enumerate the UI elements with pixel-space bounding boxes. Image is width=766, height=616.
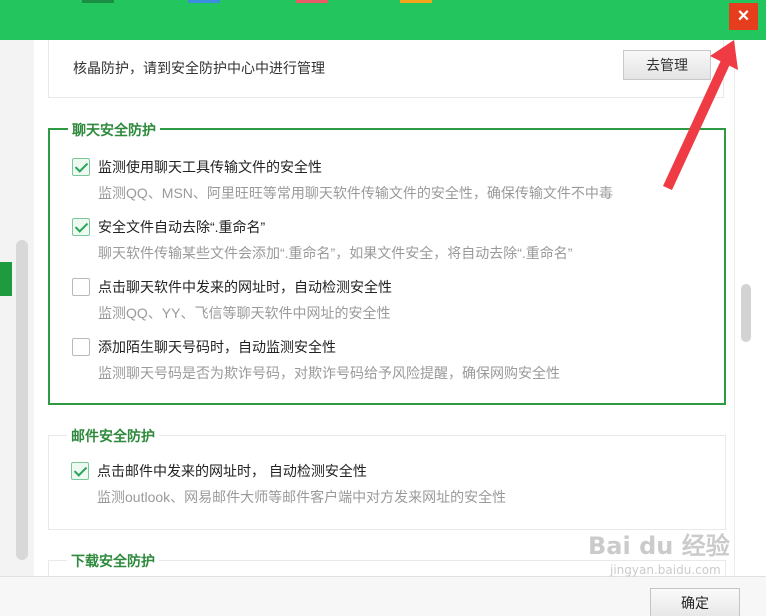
option-label: 点击邮件中发来的网址时， 自动检测安全性 <box>97 463 367 479</box>
chat-security-section: 聊天安全防护 监测使用聊天工具传输文件的安全性 监测QQ、MSN、阿里旺旺等常用… <box>48 120 726 405</box>
mail-security-section: 邮件安全防护 点击邮件中发来的网址时， 自动检测安全性 监测outlook、网易… <box>48 426 726 530</box>
mail-section-title: 邮件安全防护 <box>67 426 159 446</box>
checkbox-stranger-check[interactable] <box>72 338 90 356</box>
option-label: 点击聊天软件中发来的网址时，自动检测安全性 <box>98 279 392 295</box>
kernel-protection-text: 核晶防护，请到安全防护中心中进行管理 <box>73 60 325 76</box>
left-panel <box>0 40 34 576</box>
option-description: 聊天软件传输某些文件会添加“.重命名”，如果文件安全，将自动去除“.重命名” <box>98 245 573 261</box>
watermark-url: jingyan.baidu.com <box>610 563 721 577</box>
vertical-scrollbar[interactable] <box>741 284 751 342</box>
go-manage-button[interactable]: 去管理 <box>623 50 711 80</box>
dialog-footer: 确定 <box>0 576 766 616</box>
option-description: 监测outlook、网易邮件大师等邮件客户端中对方发来网址的安全性 <box>97 489 507 505</box>
title-bar: × <box>0 0 766 40</box>
checkbox-file-transfer[interactable] <box>72 158 90 176</box>
option-description: 监测QQ、MSN、阿里旺旺等常用聊天软件传输文件的安全性，确保传输文件不中毒 <box>98 185 613 201</box>
left-selected-indicator <box>0 262 12 296</box>
tab-hint-3 <box>296 0 328 3</box>
tab-hint-4 <box>400 0 432 3</box>
option-label: 添加陌生聊天号码时，自动监测安全性 <box>98 339 336 355</box>
ok-button[interactable]: 确定 <box>650 588 740 616</box>
tab-hint-2 <box>188 0 220 3</box>
right-panel <box>734 40 766 576</box>
watermark-logo: Bai du 经验 <box>588 532 730 560</box>
download-section-title: 下载安全防护 <box>67 551 159 571</box>
checkbox-mail-url-check[interactable] <box>71 462 89 480</box>
chat-section-title: 聊天安全防护 <box>68 120 160 140</box>
option-description: 监测QQ、YY、飞信等聊天软件中网址的安全性 <box>98 305 391 321</box>
baidu-watermark: Bai du 经验 jingyan.baidu.com <box>588 526 730 577</box>
checkbox-auto-rename[interactable] <box>72 218 90 236</box>
option-label: 监测使用聊天工具传输文件的安全性 <box>98 159 322 175</box>
kernel-protection-row: 核晶防护，请到安全防护中心中进行管理 去管理 <box>48 40 724 98</box>
option-label: 安全文件自动去除“.重命名” <box>98 219 266 235</box>
close-icon[interactable]: × <box>729 3 758 30</box>
left-scrollbar[interactable] <box>16 240 28 560</box>
option-description: 监测聊天号码是否为欺诈号码，对欺诈号码给予风险提醒，确保网购安全性 <box>98 365 560 381</box>
settings-content: 核晶防护，请到安全防护中心中进行管理 去管理 聊天安全防护 监测使用聊天工具传输… <box>34 40 734 576</box>
checkbox-url-check[interactable] <box>72 278 90 296</box>
tab-hint-1 <box>82 0 114 3</box>
